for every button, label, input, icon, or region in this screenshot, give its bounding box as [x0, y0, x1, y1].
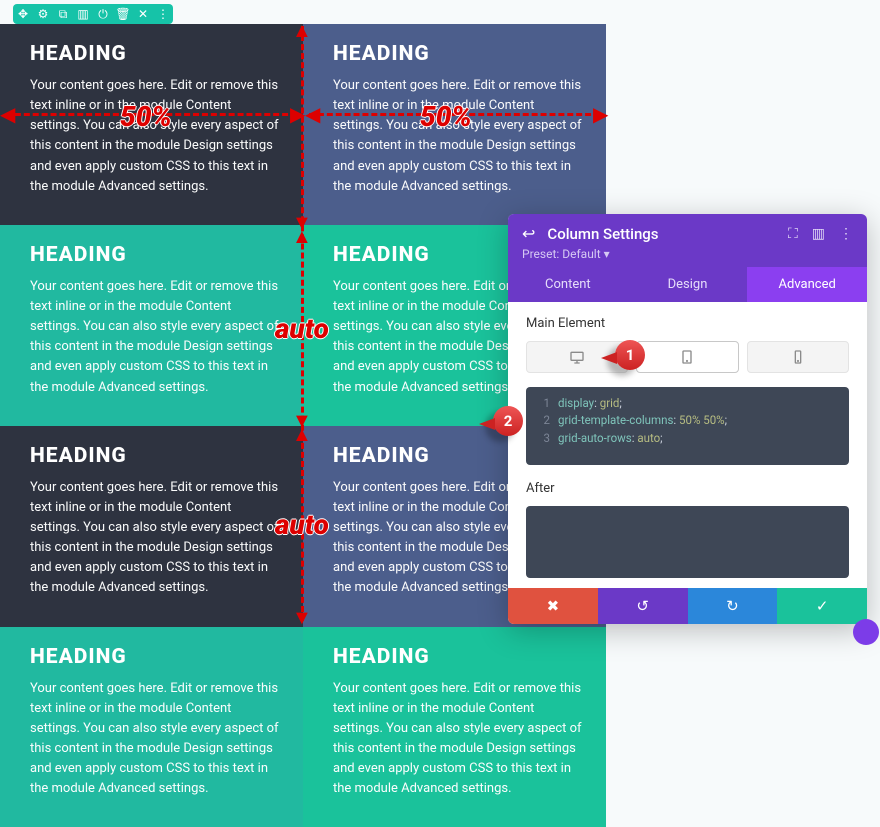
arrow-right-icon: ▶ — [290, 104, 305, 124]
panel-header: ↩ Column Settings ⛶ ▥ ⋮ Preset: Default … — [508, 214, 867, 267]
arrow-down-icon: ▼ — [292, 607, 312, 627]
tab-content[interactable]: Content — [508, 267, 628, 302]
arrow-left-icon: ◀ — [0, 104, 15, 124]
card-body: Your content goes here. Edit or remove t… — [30, 277, 283, 398]
redo-button[interactable]: ↻ — [688, 588, 778, 624]
card-body: Your content goes here. Edit or remove t… — [333, 679, 586, 800]
overlay-label: auto — [275, 312, 329, 345]
columns-icon[interactable]: ▥ — [73, 4, 93, 24]
device-tablet[interactable] — [636, 341, 738, 373]
card[interactable]: HEADING Your content goes here. Edit or r… — [303, 627, 606, 827]
arrow-up-icon: ▲ — [292, 424, 312, 444]
overlay-label: 50% — [420, 100, 472, 133]
section-label: Main Element — [526, 316, 849, 331]
tab-advanced[interactable]: Advanced — [747, 267, 867, 302]
device-phone[interactable] — [747, 341, 849, 373]
device-switcher — [526, 341, 849, 373]
tab-design[interactable]: Design — [628, 267, 748, 302]
help-bubble-icon[interactable] — [853, 619, 879, 645]
card-heading: HEADING — [30, 444, 283, 468]
css-editor-after[interactable] — [526, 506, 849, 578]
card-body: Your content goes here. Edit or remove t… — [30, 478, 283, 599]
card-body: Your content goes here. Edit or remove t… — [333, 76, 586, 197]
power-icon[interactable]: ⏻ — [93, 4, 113, 24]
overlay-label: auto — [275, 508, 329, 541]
css-editor-main[interactable]: 1display: grid;2grid-template-columns: 5… — [526, 387, 849, 465]
section-label: After — [526, 481, 849, 496]
card-heading: HEADING — [30, 243, 283, 267]
callout-bubble: 1 — [615, 340, 645, 370]
panel-actions: ✖ ↺ ↻ ✓ — [508, 588, 867, 624]
trash-icon[interactable]: 🗑 — [113, 4, 133, 24]
preset-dropdown[interactable]: Preset: Default ▾ — [522, 247, 853, 261]
arrow-right-icon: ▶ — [593, 104, 608, 124]
card-heading: HEADING — [30, 645, 283, 669]
callout-bubble: 2 — [493, 406, 523, 436]
overlay-label: 50% — [120, 100, 172, 133]
move-icon[interactable]: ✥ — [13, 4, 33, 24]
module-toolbar[interactable]: ✥ ⚙ ⧉ ▥ ⏻ 🗑 ✕ ⋮ — [13, 4, 173, 24]
card-body: Your content goes here. Edit or remove t… — [30, 76, 283, 197]
card-heading: HEADING — [30, 42, 283, 66]
more-icon[interactable]: ⋮ — [153, 4, 173, 24]
close-icon[interactable]: ✕ — [133, 4, 153, 24]
undo-icon[interactable]: ↩ — [522, 224, 535, 243]
undo-button[interactable]: ↺ — [598, 588, 688, 624]
arrow-up-icon: ▲ — [292, 226, 312, 246]
columns-panel-icon[interactable]: ▥ — [812, 226, 825, 242]
card[interactable]: HEADING Your content goes here. Edit or r… — [0, 225, 303, 426]
save-button[interactable]: ✓ — [777, 588, 867, 624]
arrow-up-icon: ▲ — [292, 20, 312, 40]
panel-title: Column Settings — [547, 225, 776, 243]
column-settings-panel: ↩ Column Settings ⛶ ▥ ⋮ Preset: Default … — [508, 214, 867, 624]
card[interactable]: HEADING Your content goes here. Edit or r… — [0, 426, 303, 627]
duplicate-icon[interactable]: ⧉ — [53, 4, 73, 24]
more-icon[interactable]: ⋮ — [839, 226, 853, 242]
panel-tabs: Content Design Advanced — [508, 267, 867, 302]
arrow-left-icon: ◀ — [305, 104, 320, 124]
card[interactable]: HEADING Your content goes here. Edit or r… — [0, 627, 303, 827]
card-heading: HEADING — [333, 42, 586, 66]
card-heading: HEADING — [333, 645, 586, 669]
cancel-button[interactable]: ✖ — [508, 588, 598, 624]
gear-icon[interactable]: ⚙ — [33, 4, 53, 24]
card-body: Your content goes here. Edit or remove t… — [30, 679, 283, 800]
expand-icon[interactable]: ⛶ — [788, 226, 798, 242]
